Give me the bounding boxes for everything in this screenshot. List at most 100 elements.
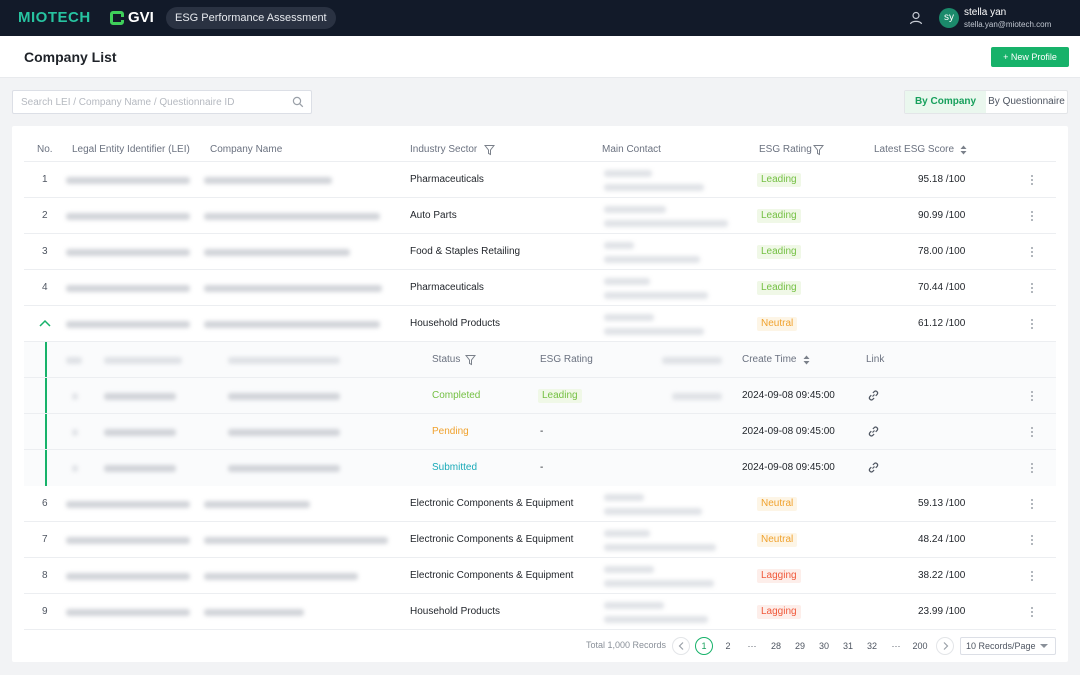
redacted-sub-number [72, 429, 78, 436]
redacted-contact-name [604, 602, 664, 609]
row-divider [24, 305, 1056, 306]
page-ellipsis[interactable]: ··· [744, 638, 760, 654]
page-button[interactable]: 2 [720, 638, 736, 654]
user-icon[interactable] [909, 11, 923, 25]
redacted-company-name [204, 573, 358, 580]
page-button[interactable]: 30 [816, 638, 832, 654]
more-icon[interactable] [1030, 606, 1034, 618]
esg-rating-badge: Neutral [757, 533, 798, 547]
row-divider [24, 449, 1056, 450]
esg-rating-badge: Neutral [757, 497, 798, 511]
total-records: Total 1,000 Records [586, 640, 667, 650]
industry-sector: Electronic Components & Equipment [410, 534, 574, 545]
sort-icon[interactable] [960, 145, 967, 155]
esg-score: 38.22 /100 [918, 570, 966, 581]
redacted-contact-name [604, 278, 650, 285]
search-box [12, 90, 312, 114]
page-button-current[interactable]: 1 [695, 637, 713, 655]
sort-icon[interactable] [803, 355, 810, 365]
page-size-value: 10 Records/Page [966, 641, 1036, 651]
redacted-contact-name [604, 314, 654, 321]
redacted-sub-number [72, 465, 78, 472]
esg-rating-empty: - [540, 462, 544, 473]
prev-page-button[interactable] [672, 637, 690, 655]
page-size-select[interactable]: 10 Records/Page [960, 637, 1056, 655]
more-icon[interactable] [1030, 246, 1034, 258]
redacted-lei [66, 285, 190, 292]
link-icon[interactable] [867, 461, 880, 474]
filter-icon[interactable] [813, 144, 824, 156]
more-icon[interactable] [1030, 210, 1034, 222]
column-header-esg-rating: ESG Rating [759, 144, 812, 155]
redacted-questionnaire-template [228, 393, 340, 400]
redacted-contact-email [604, 616, 708, 623]
toggle-by-questionnaire[interactable]: By Questionnaire [986, 91, 1067, 113]
redacted-questionnaire-template [228, 429, 340, 436]
esg-score: 23.99 /100 [918, 606, 966, 617]
page-button[interactable]: 200 [909, 638, 931, 654]
more-icon[interactable] [1030, 498, 1034, 510]
esg-rating-badge: Leading [757, 281, 801, 295]
more-icon[interactable] [1030, 282, 1034, 294]
search-input[interactable] [13, 91, 283, 113]
redacted-sub-number [72, 393, 78, 400]
esg-rating-badge: Leading [757, 245, 801, 259]
row-divider [24, 521, 1056, 522]
more-icon[interactable] [1030, 534, 1034, 546]
user-email: stella.yan@miotech.com [964, 20, 1052, 29]
more-icon[interactable] [1030, 174, 1034, 186]
more-icon[interactable] [1030, 318, 1034, 330]
page-button[interactable]: 29 [792, 638, 808, 654]
redacted-company-name [204, 609, 304, 616]
collapse-chevron-icon[interactable] [38, 318, 52, 328]
filter-icon[interactable] [465, 354, 476, 366]
subcolumn-header-link: Link [866, 354, 885, 365]
redacted-company-name [204, 285, 382, 292]
redacted-contact-email [604, 220, 728, 227]
gvi-logo-text: GVI [128, 9, 154, 26]
more-icon[interactable] [1030, 462, 1034, 474]
more-icon[interactable] [1030, 426, 1034, 438]
redacted-contact-name [604, 494, 644, 501]
gvi-logo[interactable]: GVI [110, 9, 154, 26]
more-icon[interactable] [1030, 570, 1034, 582]
row-divider [24, 269, 1056, 270]
page-button[interactable]: 28 [768, 638, 784, 654]
row-number: 8 [42, 570, 48, 581]
filter-icon[interactable] [484, 144, 495, 156]
search-icon[interactable] [292, 96, 304, 108]
subcolumn-header-esg-rating: ESG Rating [540, 354, 593, 365]
column-header-latest-esg-score: Latest ESG Score [874, 144, 955, 155]
column-header-company-name: Company Name [210, 144, 283, 155]
esg-score: 90.99 /100 [918, 210, 966, 221]
row-number: 7 [42, 534, 48, 545]
next-page-button[interactable] [936, 637, 954, 655]
create-time: 2024-09-08 09:45:00 [742, 426, 835, 437]
redacted-contact-email [604, 544, 716, 551]
esg-score: 70.44 /100 [918, 282, 966, 293]
link-icon[interactable] [867, 425, 880, 438]
column-header-main-contact: Main Contact [602, 144, 661, 155]
row-number: 4 [42, 282, 48, 293]
redacted-contact-email [604, 328, 704, 335]
more-icon[interactable] [1030, 390, 1034, 402]
link-icon[interactable] [867, 389, 880, 402]
user-name: stella yan [964, 7, 1007, 18]
row-divider [24, 557, 1056, 558]
miotech-logo[interactable]: MIOTECH [18, 9, 91, 26]
page-button[interactable]: 32 [864, 638, 880, 654]
redacted-questionnaire-template [228, 465, 340, 472]
esg-rating-badge: Neutral [757, 317, 798, 331]
avatar[interactable]: sy [939, 8, 959, 28]
industry-sector: Electronic Components & Equipment [410, 498, 574, 509]
redacted-lei [66, 609, 190, 616]
esg-rating-badge: Leading [757, 209, 801, 223]
toggle-by-company[interactable]: By Company [905, 91, 986, 113]
page-button[interactable]: 31 [840, 638, 856, 654]
page-ellipsis[interactable]: ··· [888, 638, 904, 654]
row-divider [24, 161, 1056, 162]
new-profile-button[interactable]: + New Profile [991, 47, 1069, 67]
redacted-contact-name [604, 530, 650, 537]
redacted-contact-email [604, 256, 700, 263]
app-name-pill[interactable]: ESG Performance Assessment [166, 7, 336, 29]
